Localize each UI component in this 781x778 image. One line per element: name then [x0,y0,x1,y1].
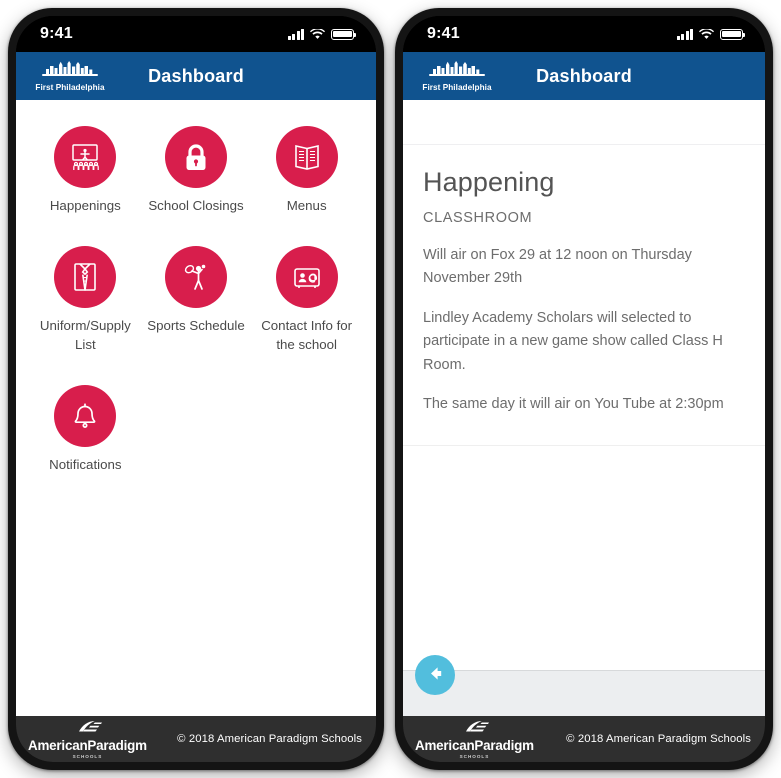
footer-brand-name: AmericanParadigm [28,738,147,754]
status-bar: 9:41 [403,16,765,52]
article-content: Happening CLASSHROOM Will air on Fox 29 … [403,100,765,716]
status-bar-clock: 9:41 [427,25,460,42]
tile-label: Sports Schedule [147,317,245,333]
feature-tile-grid: Happenings School Closings Menus Uniform… [16,100,376,475]
article-paragraph: Lindley Academy Scholars will selected t… [423,309,723,373]
tile-label: School Closings [148,198,244,213]
phone-screen-dashboard: 9:41 First Philadelphia Dashboard Happen… [16,16,376,762]
article-subtitle: CLASSHROOM [423,210,533,226]
philadelphia-skyline-icon [40,60,100,81]
article-paragraph: Will air on Fox 29 at 12 noon on Thursda… [423,247,692,287]
back-button[interactable] [415,655,455,695]
brand-name: First Philadelphia [35,83,105,92]
copyright-text: © 2018 American Paradigm Schools [566,733,751,745]
battery-full-icon [331,28,357,40]
app-header: First Philadelphia Dashboard [16,52,376,100]
screenshot-stage: 9:41 First Philadelphia Dashboard Happen… [0,0,781,778]
tile-label: Contact Info for the school [261,317,353,352]
copyright-text: © 2018 American Paradigm Schools [177,733,362,745]
tile-notifications[interactable]: Notifications [30,384,141,475]
article-body: Happening CLASSHROOM Will air on Fox 29 … [403,145,765,417]
cellular-bars-icon [676,28,693,40]
brand-name: First Philadelphia [422,83,492,92]
footer-brand-sub: SCHOOLS [72,753,103,759]
app-footer: AmericanParadigm SCHOOLS © 2018 American… [403,716,765,762]
wifi-icon [699,28,714,40]
wifi-icon [310,28,325,40]
footer-brand-logo: AmericanParadigm SCHOOLS [415,719,534,759]
tile-sports-schedule[interactable]: Sports Schedule [141,245,252,355]
status-bar-clock: 9:41 [40,25,73,42]
article-paragraph: The same day it will air on You Tube at … [423,396,724,413]
article-title: Happening [423,167,555,197]
tile-menus[interactable]: Menus [251,126,362,216]
phone-device-left: 9:41 First Philadelphia Dashboard Happen… [8,8,384,770]
status-bar-icons [287,28,357,40]
american-paradigm-books-icon [65,719,109,738]
presentation-audience-icon [54,126,117,188]
tile-happenings[interactable]: Happenings [30,126,141,216]
shirt-tie-icon [54,245,117,308]
tile-school-closings[interactable]: School Closings [141,126,252,216]
footer-brand-name: AmericanParadigm [415,738,534,754]
open-book-menu-icon [275,126,338,188]
app-header: First Philadelphia Dashboard [403,52,765,100]
dashboard-content: Happenings School Closings Menus Uniform… [16,100,376,716]
app-footer: AmericanParadigm SCHOOLS © 2018 American… [16,716,376,762]
battery-full-icon [720,28,746,40]
article: Happening CLASSHROOM Will air on Fox 29 … [403,144,765,446]
american-paradigm-books-icon [452,719,496,738]
divider [403,444,765,446]
brand-logo: First Philadelphia [28,60,112,92]
tile-contact-info[interactable]: Contact Info for the school [251,245,362,355]
bell-icon [54,384,117,447]
tile-label: Uniform/Supply List [39,317,131,352]
padlock-icon [164,126,227,188]
footer-brand-sub: SCHOOLS [459,753,490,759]
tile-label: Menus [286,198,327,213]
tile-label: Notifications [49,456,122,472]
back-bar [403,655,765,716]
status-bar-icons [676,28,746,40]
phone-screen-article: 9:41 First Philadelphia Dashboard Happen… [403,16,765,762]
tennis-player-icon [164,245,227,308]
brand-logo: First Philadelphia [415,60,499,92]
cellular-bars-icon [287,28,304,40]
contact-card-icon [275,245,338,308]
arrow-left-icon [426,664,445,686]
footer-brand-logo: AmericanParadigm SCHOOLS [28,719,147,759]
phone-device-right: 9:41 First Philadelphia Dashboard Happen… [395,8,773,770]
philadelphia-skyline-icon [427,60,487,81]
status-bar: 9:41 [16,16,376,52]
tile-label: Happenings [49,198,121,213]
tile-uniform-supply-list[interactable]: Uniform/Supply List [30,245,141,355]
